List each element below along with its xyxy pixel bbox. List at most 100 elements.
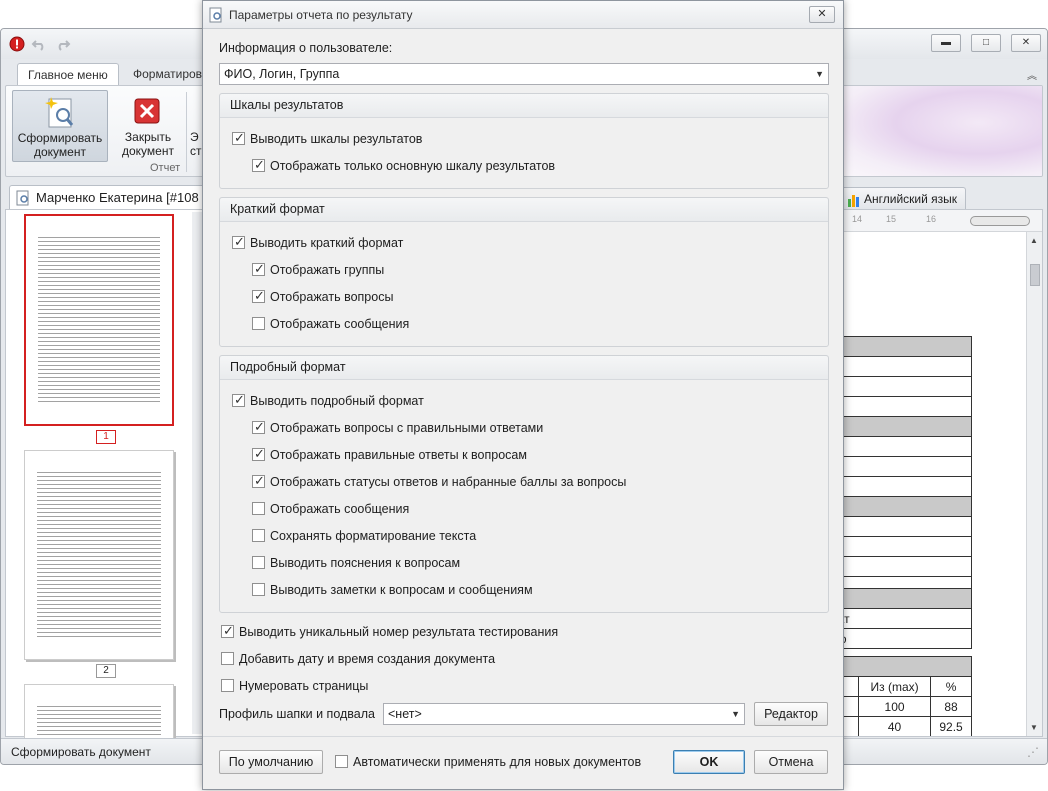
- table-header: %: [930, 676, 972, 697]
- user-info-label: Информация о пользователе:: [219, 41, 393, 55]
- page-thumbnail[interactable]: [24, 450, 174, 660]
- checkbox-icon: [252, 529, 265, 542]
- checkbox-icon: [221, 679, 234, 692]
- page-thumbnail-content: [38, 234, 160, 404]
- table-cell: 92.5: [930, 716, 972, 736]
- page-thumbnail[interactable]: [24, 684, 174, 744]
- ribbon-partial-label-1: Э: [190, 130, 199, 144]
- page-number: 2: [96, 664, 116, 678]
- defaults-button[interactable]: По умолчанию: [219, 750, 323, 774]
- table-cell: 80: [931, 737, 972, 738]
- scales-group: Шкалы результатов Выводить шкалы результ…: [219, 93, 829, 189]
- table-header: Из (max): [857, 676, 932, 697]
- collapse-ribbon-icon[interactable]: ︽: [1027, 67, 1037, 82]
- app-close-button[interactable]: ✕: [1011, 34, 1041, 52]
- dialog-close-button[interactable]: ✕: [809, 6, 835, 23]
- tab-english[interactable]: Английский язык: [841, 187, 967, 209]
- scroll-down-icon[interactable]: ▼: [1030, 723, 1038, 732]
- chevron-down-icon: ▼: [731, 709, 740, 719]
- table-cell: чно: [822, 628, 972, 649]
- detailed-format-group: Подробный формат Выводить подробный форм…: [219, 355, 829, 613]
- show-scales-label: Выводить шкалы результатов: [250, 132, 423, 146]
- document-scrollbar[interactable]: ▲ ▼: [1026, 232, 1042, 736]
- checkbox-icon: [252, 418, 265, 436]
- generate-document-icon: [45, 95, 77, 132]
- page-thumbnail-content: [37, 469, 161, 639]
- question-explanations-label: Выводить пояснения к вопросам: [270, 556, 461, 570]
- table-cell: ьтат: [822, 608, 972, 629]
- close-document-button[interactable]: Закрыть документ: [112, 90, 184, 162]
- tab-english-label: Английский язык: [864, 192, 958, 206]
- checkbox-icon: [232, 233, 245, 251]
- short-format-group: Краткий формат Выводить краткий формат О…: [219, 197, 829, 347]
- scrollbar-thumb[interactable]: [1030, 264, 1040, 286]
- undo-icon[interactable]: [31, 36, 47, 52]
- add-datetime-label: Добавить дату и время создания документа: [239, 652, 496, 666]
- checkbox-icon: [232, 129, 245, 147]
- document-table-2: ьтат чно: [822, 588, 972, 649]
- table-cell: 100: [857, 696, 932, 717]
- app-logo-icon[interactable]: [9, 36, 25, 52]
- ribbon-group-label: Отчет: [150, 162, 181, 174]
- checkbox-icon: [252, 445, 265, 463]
- detailed-format-group-title: Подробный формат: [220, 356, 828, 380]
- zoom-slider[interactable]: [970, 216, 1030, 226]
- auto-apply-label: Автоматически применять для новых докуме…: [353, 755, 642, 769]
- table-cell: 40: [857, 716, 932, 736]
- thumbnails-scrollbar[interactable]: [192, 212, 202, 734]
- header-footer-profile-select[interactable]: <нет> ▼: [383, 703, 745, 725]
- ruler-mark: 15: [886, 214, 897, 224]
- header-footer-profile-value: <нет>: [388, 707, 422, 721]
- page-thumbnail[interactable]: [24, 214, 174, 426]
- close-document-label: Закрыть документ: [122, 130, 174, 158]
- report-settings-dialog: Параметры отчета по результату ✕ Информа…: [202, 0, 844, 790]
- scales-group-title: Шкалы результатов: [220, 94, 828, 118]
- ribbon-separator: [186, 92, 187, 172]
- page-number: 1: [96, 430, 116, 444]
- checkbox-icon: [252, 502, 265, 515]
- table-cell: 10: [859, 737, 931, 738]
- table-cell: 88: [930, 696, 972, 717]
- show-short-format-label: Выводить краткий формат: [250, 236, 404, 250]
- short-show-messages-label: Отображать сообщения: [270, 317, 410, 331]
- maximize-button[interactable]: □: [971, 34, 1001, 52]
- ok-button[interactable]: OK: [673, 750, 745, 774]
- questions-with-answers-label: Отображать вопросы с правильными ответам…: [270, 421, 544, 435]
- generate-document-button[interactable]: Сформировать документ: [12, 90, 108, 162]
- tab-main-menu[interactable]: Главное меню: [17, 63, 119, 85]
- minimize-button[interactable]: ▬: [931, 34, 961, 52]
- checkbox-icon: [252, 472, 265, 490]
- dialog-footer-separator: [203, 736, 843, 737]
- document-tab-label: Марченко Екатерина [#108: [36, 190, 199, 205]
- show-detailed-format-label: Выводить подробный формат: [250, 394, 424, 408]
- ruler-mark: 16: [926, 214, 937, 224]
- short-show-groups-label: Отображать группы: [270, 263, 385, 277]
- user-info-select[interactable]: ФИО, Логин, Группа ▼: [219, 63, 829, 85]
- checkbox-icon: [221, 652, 234, 665]
- editor-button[interactable]: Редактор: [754, 702, 828, 726]
- ribbon-decoration: [832, 86, 1042, 176]
- dialog-titlebar: Параметры отчета по результату ✕: [203, 1, 843, 29]
- generate-document-label: Сформировать документ: [17, 131, 103, 159]
- redo-icon[interactable]: [55, 36, 71, 52]
- short-show-questions-label: Отображать вопросы: [270, 290, 394, 304]
- user-info-value: ФИО, Логин, Группа: [224, 67, 340, 81]
- scroll-up-icon[interactable]: ▲: [1030, 236, 1038, 245]
- tab-document-marchenko[interactable]: Марченко Екатерина [#108: [9, 185, 209, 209]
- checkbox-icon: [252, 556, 265, 569]
- dialog-title: Параметры отчета по результату: [229, 8, 413, 22]
- document-view: 14 15 16 ьтат чно Из (max)% 10088 4092.5…: [821, 209, 1043, 737]
- dialog-title-icon: [209, 7, 223, 26]
- short-format-group-title: Краткий формат: [220, 198, 828, 222]
- checkbox-icon: [252, 317, 265, 330]
- checkbox-icon: [335, 755, 348, 768]
- resize-grip-icon[interactable]: ⋰: [1027, 739, 1039, 764]
- ribbon-partial-label-2: ст: [190, 144, 202, 158]
- document-table-3: Из (max)% 10088 4092.5 1080: [822, 656, 972, 738]
- keep-formatting-label: Сохранять форматирование текста: [270, 529, 477, 543]
- tab-format[interactable]: Форматиров: [123, 63, 212, 85]
- cancel-button[interactable]: Отмена: [754, 750, 828, 774]
- detailed-show-messages-label: Отображать сообщения: [270, 502, 410, 516]
- chevron-down-icon: ▼: [815, 69, 824, 79]
- page-thumbnails-panel: 1 2: [5, 209, 205, 744]
